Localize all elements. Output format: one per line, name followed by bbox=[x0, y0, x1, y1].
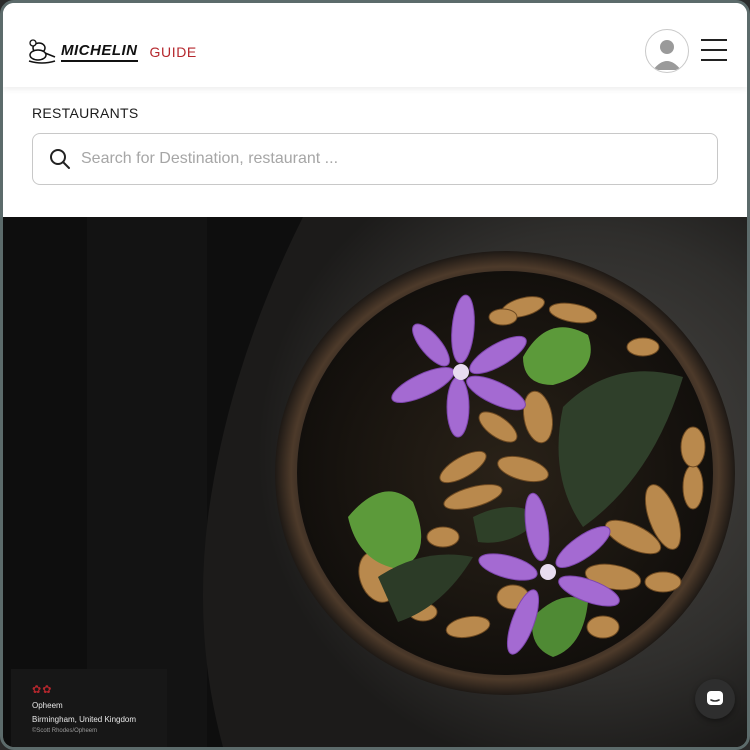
food-photo bbox=[3, 217, 747, 747]
photo-caption: ✿✿ Opheem Birmingham, United Kingdom ©Sc… bbox=[11, 669, 167, 747]
restaurant-location: Birmingham, United Kingdom bbox=[32, 715, 137, 724]
header: MICHELIN GUIDE bbox=[3, 3, 747, 87]
search-input[interactable] bbox=[81, 134, 701, 184]
search-box[interactable] bbox=[32, 133, 718, 185]
guide-label: GUIDE bbox=[149, 44, 197, 60]
hamburger-line bbox=[701, 49, 727, 51]
restaurant-name[interactable]: Opheem bbox=[32, 701, 167, 710]
user-icon bbox=[653, 40, 681, 70]
michelin-stars-icon: ✿✿ bbox=[32, 684, 53, 696]
hamburger-menu-button[interactable] bbox=[701, 39, 727, 63]
chat-button[interactable] bbox=[695, 679, 735, 719]
chat-icon bbox=[707, 691, 723, 705]
section-title: RESTAURANTS bbox=[32, 105, 139, 121]
hamburger-icon bbox=[701, 39, 727, 41]
user-avatar-button[interactable] bbox=[645, 29, 689, 73]
bibendum-icon bbox=[28, 39, 56, 64]
app-frame: MICHELIN GUIDE RESTAURANTS Search for De… bbox=[0, 0, 750, 750]
brand-name: MICHELIN bbox=[61, 42, 138, 62]
hamburger-line bbox=[701, 59, 727, 61]
photo-credit: ©Scott Rhodes/Opheem bbox=[32, 728, 98, 734]
search-icon bbox=[50, 149, 70, 169]
michelin-logo[interactable]: MICHELIN GUIDE bbox=[25, 39, 197, 65]
search-section: RESTAURANTS bbox=[3, 87, 747, 217]
hero-image: ✿✿ Opheem Birmingham, United Kingdom ©Sc… bbox=[3, 217, 747, 747]
